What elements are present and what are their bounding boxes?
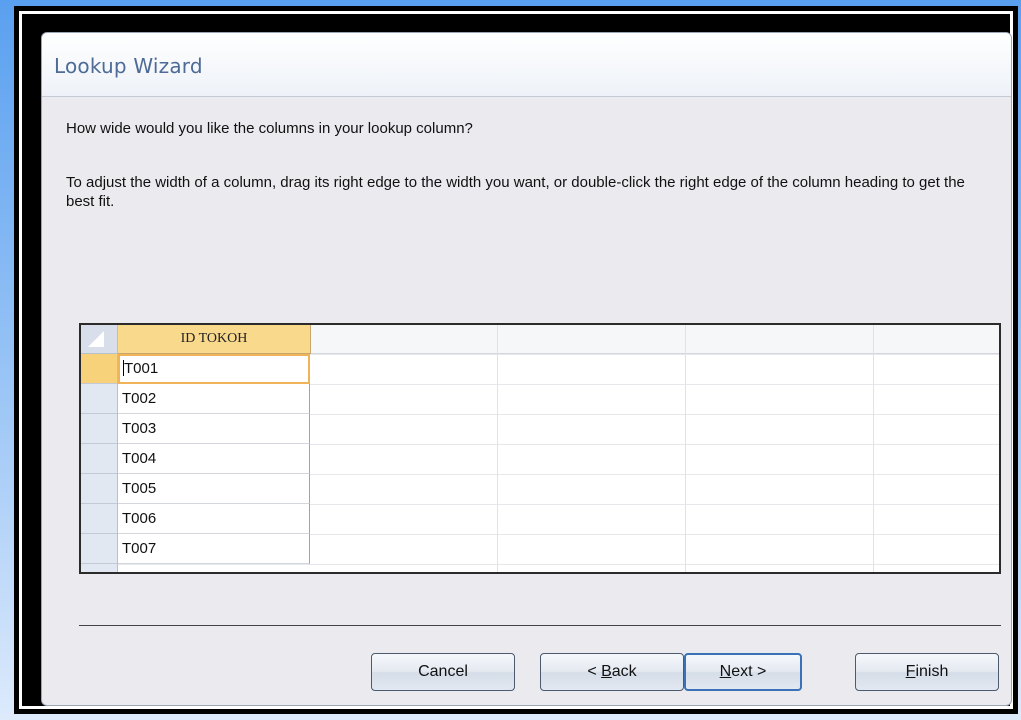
finish-button[interactable]: Finish [855,653,999,691]
next-button-accel: N [719,663,732,680]
grid-gridline [873,325,874,572]
slide-frame-inner: Lookup Wizard How wide would you like th… [22,14,1012,706]
column-width-grid[interactable]: ID TOKOH T001 T002 T003 T004 T005 T006 T007 [79,323,1001,574]
grid-cell-text: T007 [122,540,157,557]
button-separator [79,625,1001,626]
grid-cell-text: T005 [122,480,157,497]
row-selector[interactable] [81,534,117,564]
grid-gridline [685,325,686,572]
select-all-corner[interactable] [81,325,117,354]
dialog-title-bar: Lookup Wizard [42,33,1011,97]
slide-frame: Lookup Wizard How wide would you like th… [14,6,1018,714]
wizard-question: How wide would you like the columns in y… [66,120,473,137]
row-selector[interactable] [81,474,117,504]
back-button-rest: ack [611,663,637,680]
cancel-button-label: Cancel [418,663,468,680]
back-button-label: < Back [587,663,636,680]
row-selector[interactable] [81,354,117,384]
grid-cell-text: T004 [122,450,157,467]
finish-button-accel: F [905,663,916,680]
grid-cell-id-tokoh[interactable]: T004 [118,444,310,474]
grid-cell-id-tokoh[interactable]: T007 [118,534,310,564]
grid-cell-id-tokoh[interactable]: T001 [118,354,310,384]
row-selector[interactable] [81,504,117,534]
next-button-rest: ext > [731,663,767,680]
grid-cell-text: T003 [122,420,157,437]
back-button-prefix: < [587,663,602,680]
back-button-accel: B [601,663,612,680]
wizard-instructions: To adjust the width of a column, drag it… [66,174,965,210]
grid-cell-text: T006 [122,510,157,527]
lookup-wizard-dialog: Lookup Wizard How wide would you like th… [41,32,1012,706]
next-button[interactable]: Next > [684,653,802,691]
row-selector[interactable] [81,414,117,444]
next-button-label: Next > [720,663,767,680]
grid-cell-id-tokoh[interactable]: T002 [118,384,310,414]
grid-cell-text: T001 [124,360,159,377]
cancel-button[interactable]: Cancel [371,653,515,691]
column-header-id-tokoh[interactable]: ID TOKOH [118,325,311,354]
row-selector[interactable] [81,384,117,414]
finish-button-rest: inish [915,663,949,680]
back-button[interactable]: < Back [540,653,684,691]
dialog-title: Lookup Wizard [54,54,203,78]
slide-frame-border: Lookup Wizard How wide would you like th… [19,11,1013,709]
row-selector[interactable] [81,444,117,474]
grid-cell-id-tokoh[interactable]: T006 [118,504,310,534]
finish-button-label: Finish [906,663,949,680]
select-all-icon [88,331,104,347]
grid-cell-id-tokoh[interactable]: T003 [118,414,310,444]
grid-cell-id-tokoh[interactable]: T005 [118,474,310,504]
grid-cell-text: T002 [122,390,157,407]
grid-gridline [497,325,498,572]
